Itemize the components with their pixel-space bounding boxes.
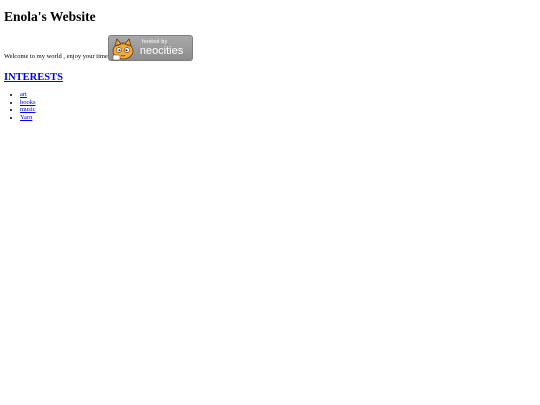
interests-link[interactable]: INTERESTS <box>4 72 63 83</box>
list-item: art <box>20 91 536 99</box>
interests-list: art books music Yarn <box>4 91 536 121</box>
interest-link-art[interactable]: art <box>20 91 27 98</box>
page-title: Enola's Website <box>4 9 96 24</box>
list-item: music <box>20 106 536 114</box>
neocities-cat-icon <box>112 38 134 61</box>
interest-link-books[interactable]: books <box>20 99 36 106</box>
neocities-badge[interactable]: hosted by neocities <box>107 35 193 61</box>
welcome-text: Welcome to my world , enjoy your time <box>4 53 108 60</box>
badge-neocities-text: neocities <box>139 45 184 57</box>
interest-link-yarn[interactable]: Yarn <box>20 114 32 121</box>
interest-link-music[interactable]: music <box>20 106 36 113</box>
list-item: Yarn <box>20 114 536 122</box>
page-body: Enola's Website Welcome to my world , en… <box>0 0 540 121</box>
interests-heading: INTERESTS <box>4 71 536 84</box>
welcome-row: Welcome to my world , enjoy your time ho… <box>4 35 536 61</box>
list-item: books <box>20 99 536 107</box>
